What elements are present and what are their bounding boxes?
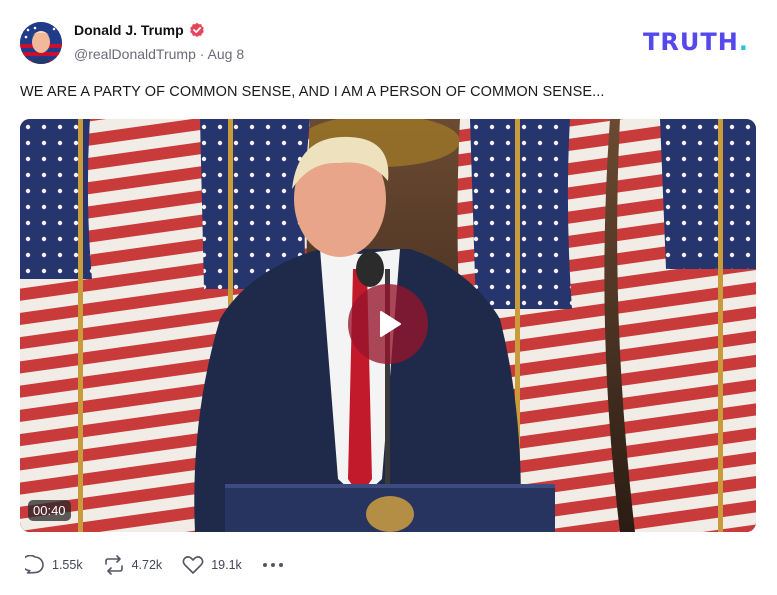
play-button[interactable] — [348, 284, 428, 364]
reply-icon — [25, 555, 44, 574]
reply-count: 1.55k — [52, 558, 83, 572]
play-icon — [380, 311, 401, 337]
like-button[interactable]: 19.1k — [182, 555, 242, 575]
video-duration: 00:40 — [28, 500, 71, 521]
retruth-count: 4.72k — [131, 558, 163, 572]
reply-button[interactable]: 1.55k — [25, 555, 83, 575]
logo-dot: . — [738, 28, 749, 56]
verified-badge-icon — [189, 22, 205, 38]
heart-icon — [182, 556, 204, 574]
like-count: 19.1k — [211, 558, 242, 572]
truth-post: Donald J. Trump @realDonaldTrump · Aug 8… — [0, 0, 777, 595]
post-text: WE ARE A PARTY OF COMMON SENSE, AND I AM… — [20, 84, 605, 100]
logo-text: TRUTH — [643, 28, 739, 56]
post-date[interactable]: Aug 8 — [208, 46, 245, 62]
author-meta: @realDonaldTrump · Aug 8 — [74, 46, 244, 62]
more-icon — [262, 563, 283, 567]
author-handle[interactable]: @realDonaldTrump — [74, 46, 196, 62]
truth-logo[interactable]: TRUTH. — [643, 28, 749, 56]
post-actions: 1.55k 4.72k 19.1k — [25, 555, 284, 575]
author-display-name[interactable]: Donald J. Trump — [74, 22, 184, 38]
retruth-button[interactable]: 4.72k — [103, 555, 163, 575]
more-button[interactable] — [262, 561, 284, 569]
meta-separator: · — [199, 46, 205, 62]
retruth-icon — [104, 555, 123, 575]
author-name-row: Donald J. Trump — [74, 22, 205, 38]
avatar[interactable] — [20, 22, 62, 64]
